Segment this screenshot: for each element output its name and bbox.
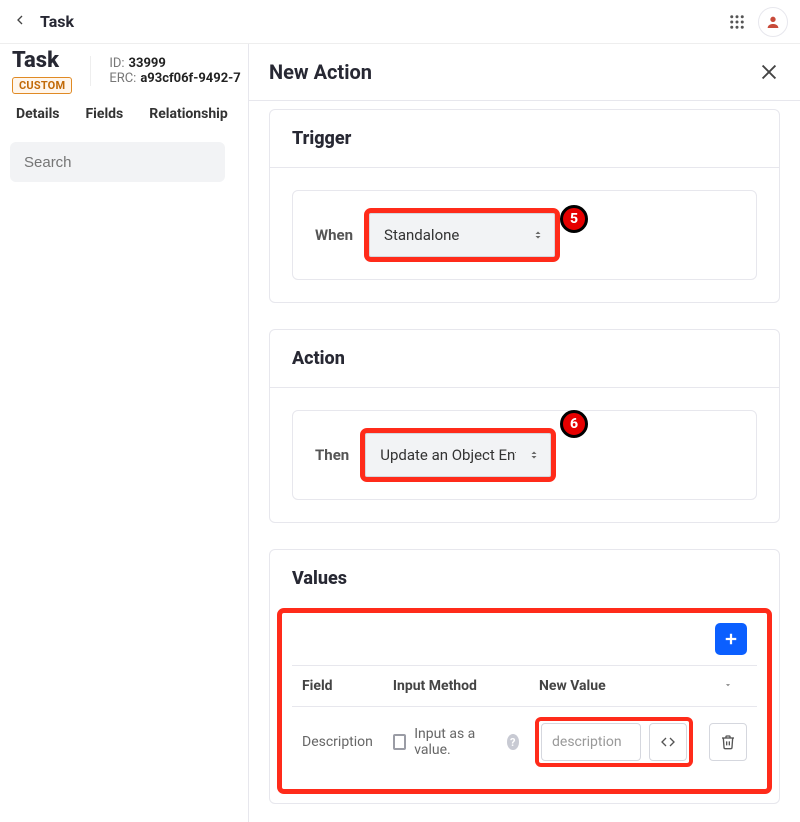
col-new-value: New Value — [529, 666, 699, 707]
values-card: Values 7 Field Input Method New Value — [269, 549, 780, 804]
when-select[interactable]: Standalone — [369, 213, 555, 257]
delete-row-button[interactable] — [709, 723, 747, 761]
then-value: Update an Object Ent — [380, 446, 516, 464]
when-label: When — [315, 226, 353, 244]
input-as-value-checkbox[interactable] — [393, 734, 406, 750]
cell-actions — [699, 707, 757, 778]
action-title: Action — [270, 330, 779, 388]
select-updown-icon — [532, 228, 544, 242]
user-avatar[interactable] — [758, 7, 788, 37]
trigger-card: Trigger When Standalone 5 — [269, 109, 780, 303]
meta-id-label: ID: — [109, 56, 124, 71]
then-select[interactable]: Update an Object Ent — [365, 433, 551, 477]
callout-6-abs: 6 — [560, 410, 588, 438]
cell-new-value: description — [529, 707, 699, 778]
tab-details[interactable]: Details — [16, 106, 60, 122]
select-updown-icon — [528, 448, 540, 462]
help-icon[interactable]: ? — [507, 734, 519, 750]
tab-fields[interactable]: Fields — [86, 106, 124, 122]
cell-field: Description — [292, 707, 383, 778]
values-table: Field Input Method New Value — [292, 665, 757, 777]
callout-5-abs: 5 — [560, 205, 588, 233]
col-field: Field — [292, 666, 383, 707]
input-method-label: Input as a value. — [414, 726, 492, 758]
meta-erc-value: a93cf06f-9492-7 — [140, 71, 240, 86]
entity-meta: ID: 33999 ERC: a93cf06f-9492-7 — [90, 56, 240, 86]
meta-erc-label: ERC: — [109, 71, 136, 86]
values-title: Values — [270, 550, 779, 607]
meta-id-value: 33999 — [129, 56, 166, 71]
caret-down-icon[interactable] — [723, 678, 733, 694]
action-card: Action Then Update an Object Ent 6 — [269, 329, 780, 523]
action-row: Then Update an Object Ent — [292, 410, 757, 500]
when-value: Standalone — [384, 226, 459, 244]
table-row: Description Input as a value. ? — [292, 707, 757, 778]
then-label: Then — [315, 446, 349, 464]
cell-input-method: Input as a value. ? — [383, 707, 529, 778]
values-body: Field Input Method New Value — [282, 613, 767, 789]
search-input[interactable] — [10, 142, 225, 182]
new-value-placeholder: description — [552, 734, 622, 750]
trigger-row: When Standalone — [292, 190, 757, 280]
panel-title: New Action — [269, 60, 372, 84]
add-value-button[interactable] — [715, 623, 747, 655]
close-icon[interactable] — [758, 61, 780, 83]
col-input-method: Input Method — [383, 666, 529, 707]
entity-name: Task — [12, 48, 72, 73]
back-icon[interactable] — [12, 12, 28, 32]
apps-icon[interactable] — [728, 13, 746, 31]
col-actions — [699, 666, 757, 707]
page-title: Task — [40, 12, 74, 31]
code-toggle-button[interactable] — [649, 723, 687, 761]
new-action-panel: New Action Trigger When Standalone 5 — [248, 44, 800, 822]
trigger-title: Trigger — [270, 110, 779, 168]
tab-relationship[interactable]: Relationship — [149, 106, 228, 122]
new-value-input[interactable]: description — [541, 723, 641, 761]
app-header: Task — [0, 0, 800, 44]
entity-badge: CUSTOM — [12, 77, 72, 94]
